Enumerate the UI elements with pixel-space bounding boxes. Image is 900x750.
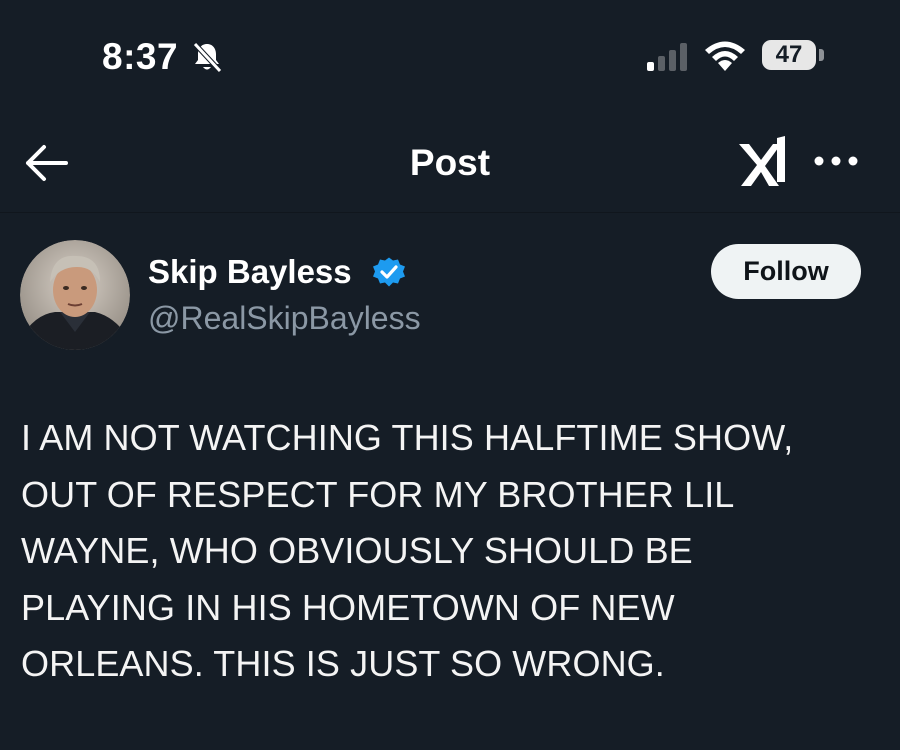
post-text-line: OUT OF RESPECT FOR MY BROTHER LIL (21, 473, 735, 515)
verified-badge-icon (373, 257, 405, 287)
author-name[interactable]: Skip Bayless (148, 253, 352, 291)
status-bar: 8:37 47 (0, 0, 900, 110)
post-text-line: ORLEANS. THIS IS JUST SO WRONG. (21, 643, 665, 684)
status-time: 8:37 (102, 36, 179, 77)
wifi-icon (705, 41, 745, 71)
post-text: I AM NOT WATCHING THIS HALFTIME SHOW, OU… (21, 410, 881, 693)
more-horizontal-icon[interactable] (812, 154, 860, 168)
post-text-line: PLAYING IN HIS HOMETOWN OF NEW (21, 586, 675, 628)
header-divider (0, 212, 900, 213)
battery-indicator: 47 (762, 40, 816, 70)
battery-tip (819, 49, 824, 61)
cellular-signal-icon (647, 43, 687, 71)
post-text-line: WAYNE, WHO OBVIOUSLY SHOULD BE (21, 530, 693, 571)
author-handle[interactable]: @RealSkipBayless (148, 300, 421, 337)
grok-icon[interactable] (735, 132, 791, 190)
avatar[interactable] (20, 240, 130, 350)
post-text-line: I AM NOT WATCHING THIS HALFTIME SHOW, (21, 417, 794, 458)
bell-muted-icon (193, 42, 222, 73)
top-nav-bar: Post (0, 118, 900, 210)
follow-button[interactable]: Follow (711, 244, 861, 299)
